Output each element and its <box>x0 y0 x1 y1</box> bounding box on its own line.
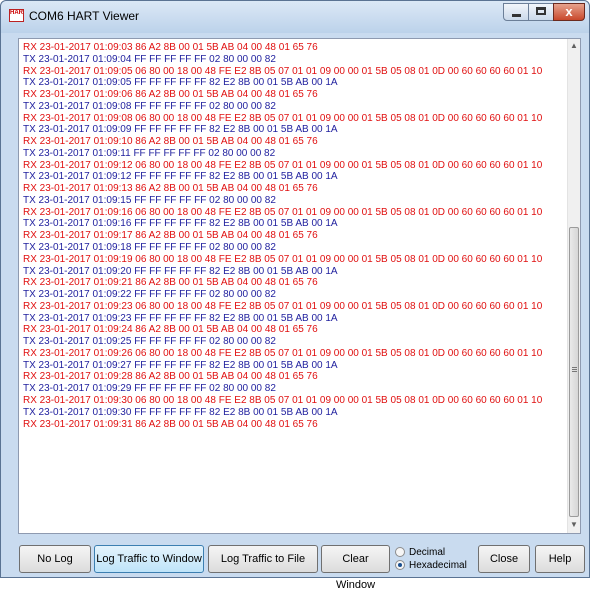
scrollbar-thumb[interactable] <box>569 227 579 517</box>
log-line-tx: TX 23-01-2017 01:09:27 FF FF FF FF FF 82… <box>23 359 338 371</box>
close-button[interactable]: Close <box>478 545 530 573</box>
log-line-tx: TX 23-01-2017 01:09:23 FF FF FF FF FF 82… <box>23 312 338 324</box>
vertical-scrollbar[interactable]: ▲ ▼ <box>567 39 580 533</box>
decimal-radio-circle[interactable] <box>395 547 405 557</box>
log-line-rx: RX 23-01-2017 01:09:05 06 80 00 18 00 48… <box>23 65 543 77</box>
close-icon: x <box>565 4 573 19</box>
traffic-log[interactable]: RX 23-01-2017 01:09:03 86 A2 8B 00 01 5B… <box>18 38 581 534</box>
log-line-tx: TX 23-01-2017 01:09:22 FF FF FF FF FF 02… <box>23 289 276 301</box>
log-line-tx: TX 23-01-2017 01:09:20 FF FF FF FF FF 82… <box>23 265 338 277</box>
log-line-tx: TX 23-01-2017 01:09:09 FF FF FF FF FF 82… <box>23 124 338 136</box>
log-traffic-to-window-button[interactable]: Log Traffic to Window <box>94 545 204 573</box>
no-log-button[interactable]: No Log <box>19 545 91 573</box>
close-window-button[interactable]: x <box>553 3 585 21</box>
scroll-down-arrow-icon[interactable]: ▼ <box>570 521 578 529</box>
hexadecimal-radio-circle[interactable] <box>395 560 405 570</box>
log-line-rx: RX 23-01-2017 01:09:16 06 80 00 18 00 48… <box>23 206 543 218</box>
log-line-rx: RX 23-01-2017 01:09:31 86 A2 8B 00 01 5B… <box>23 418 318 430</box>
log-traffic-to-file-button[interactable]: Log Traffic to File <box>208 545 318 573</box>
log-line-rx: RX 23-01-2017 01:09:26 06 80 00 18 00 48… <box>23 347 543 359</box>
log-line-tx: TX 23-01-2017 01:09:16 FF FF FF FF FF 82… <box>23 218 338 230</box>
decimal-label: Decimal <box>409 547 446 558</box>
log-line-tx: TX 23-01-2017 01:09:15 FF FF FF FF FF 02… <box>23 194 276 206</box>
log-line-rx: RX 23-01-2017 01:09:08 06 80 00 18 00 48… <box>23 112 543 124</box>
log-lines: RX 23-01-2017 01:09:03 86 A2 8B 00 01 5B… <box>23 42 568 430</box>
log-line-tx: TX 23-01-2017 01:09:08 FF FF FF FF FF 02… <box>23 100 276 112</box>
maximize-button[interactable] <box>528 3 554 21</box>
log-line-tx: TX 23-01-2017 01:09:04 FF FF FF FF FF 02… <box>23 53 276 65</box>
maximize-icon <box>536 7 546 15</box>
log-line-rx: RX 23-01-2017 01:09:03 86 A2 8B 00 01 5B… <box>23 42 318 53</box>
window-title: COM6 HART Viewer <box>29 9 140 23</box>
log-line-rx: RX 23-01-2017 01:09:23 06 80 00 18 00 48… <box>23 300 543 312</box>
hart-viewer-window: HART COM6 HART Viewer x RX 23-01-2017 01… <box>0 0 590 591</box>
hart-app-icon: HART <box>9 9 24 22</box>
log-line-rx: RX 23-01-2017 01:09:12 06 80 00 18 00 48… <box>23 159 543 171</box>
log-line-tx: TX 23-01-2017 01:09:30 FF FF FF FF FF 82… <box>23 406 338 418</box>
log-line-tx: TX 23-01-2017 01:09:29 FF FF FF FF FF 02… <box>23 383 276 395</box>
title-bar[interactable]: HART COM6 HART Viewer x <box>1 1 589 33</box>
log-line-rx: RX 23-01-2017 01:09:06 86 A2 8B 00 01 5B… <box>23 89 318 101</box>
help-button[interactable]: Help <box>535 545 585 573</box>
minimize-button[interactable] <box>503 3 529 21</box>
scroll-up-arrow-icon[interactable]: ▲ <box>570 42 578 50</box>
log-line-rx: RX 23-01-2017 01:09:19 06 80 00 18 00 48… <box>23 253 543 265</box>
log-line-tx: TX 23-01-2017 01:09:11 FF FF FF FF FF 02… <box>23 147 276 159</box>
log-line-rx: RX 23-01-2017 01:09:24 86 A2 8B 00 01 5B… <box>23 324 318 336</box>
log-line-tx: TX 23-01-2017 01:09:12 FF FF FF FF FF 82… <box>23 171 338 183</box>
grip-icon <box>572 367 577 368</box>
clear-window-button[interactable]: Clear Window <box>321 545 390 591</box>
log-line-rx: RX 23-01-2017 01:09:28 86 A2 8B 00 01 5B… <box>23 371 318 383</box>
log-line-rx: RX 23-01-2017 01:09:21 86 A2 8B 00 01 5B… <box>23 277 318 289</box>
log-line-rx: RX 23-01-2017 01:09:30 06 80 00 18 00 48… <box>23 394 543 406</box>
number-format-radio-group: Decimal Hexadecimal <box>393 546 473 574</box>
log-line-rx: RX 23-01-2017 01:09:13 86 A2 8B 00 01 5B… <box>23 183 318 195</box>
minimize-icon <box>512 14 521 17</box>
log-line-tx: TX 23-01-2017 01:09:18 FF FF FF FF FF 02… <box>23 242 276 254</box>
log-line-tx: TX 23-01-2017 01:09:05 FF FF FF FF FF 82… <box>23 77 338 89</box>
log-line-rx: RX 23-01-2017 01:09:10 86 A2 8B 00 01 5B… <box>23 136 318 148</box>
hexadecimal-label: Hexadecimal <box>409 560 467 571</box>
log-line-tx: TX 23-01-2017 01:09:25 FF FF FF FF FF 02… <box>23 336 276 348</box>
log-line-rx: RX 23-01-2017 01:09:17 86 A2 8B 00 01 5B… <box>23 230 318 242</box>
